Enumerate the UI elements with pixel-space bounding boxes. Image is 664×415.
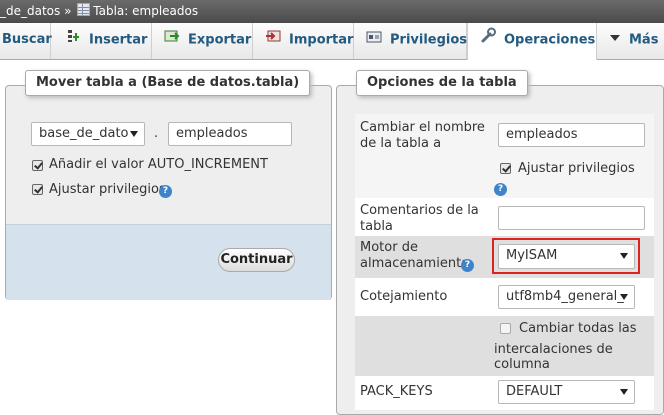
insert-icon <box>67 23 81 57</box>
move-privileges-checkbox[interactable] <box>32 184 43 195</box>
dot-separator: . <box>154 126 159 141</box>
breadcrumb-table[interactable]: Tabla: empleados <box>93 4 198 18</box>
move-privileges-label: Ajustar privilegios <box>49 182 166 197</box>
tab-more-label: Más <box>629 32 659 48</box>
change-all-collations-checkbox[interactable] <box>500 323 511 334</box>
wrench-icon <box>480 23 496 57</box>
chevron-down-icon <box>609 23 621 57</box>
collation-label: Cotejamiento <box>360 289 448 304</box>
pack-keys-select[interactable]: DEFAULT <box>498 380 635 404</box>
tab-privileges[interactable]: Privilegios <box>354 23 467 59</box>
tab-search-label: Buscar <box>2 32 52 47</box>
tab-operations[interactable]: Operaciones <box>467 23 597 60</box>
tab-more[interactable]: Más <box>597 23 664 59</box>
rename-input[interactable]: empleados <box>498 123 645 147</box>
auto-increment-checkbox[interactable] <box>32 160 43 171</box>
comments-label: Comentarios de la tabla <box>360 203 479 234</box>
continue-button[interactable]: Continuar <box>218 248 295 272</box>
breadcrumb-db[interactable]: _de_datos <box>0 4 60 18</box>
tab-privileges-label: Privilegios <box>390 32 468 48</box>
database-select-value: base_de_dato <box>39 126 129 141</box>
database-select[interactable]: base_de_dato <box>31 122 145 146</box>
change-all-label-line1: Cambiar todas las <box>519 321 637 336</box>
change-all-label-line2: intercalaciones de columna <box>494 342 613 372</box>
comments-input[interactable] <box>498 206 645 230</box>
pack-keys-label: PACK_KEYS <box>360 384 433 399</box>
collation-select-value: utf8mb4_general_ <box>506 289 624 304</box>
collation-select[interactable]: utf8mb4_general_ <box>498 285 635 309</box>
help-icon[interactable]: ? <box>461 259 474 272</box>
pack-keys-select-value: DEFAULT <box>506 384 563 399</box>
select-arrow-icon <box>620 253 628 259</box>
options-privileges-checkbox[interactable] <box>500 163 511 174</box>
move-table-name-input[interactable]: empleados <box>168 122 292 146</box>
tab-insert[interactable]: Insertar <box>51 23 152 59</box>
engine-select[interactable]: MyISAM <box>498 244 635 269</box>
tab-import-label: Importar <box>289 32 354 48</box>
privileges-icon <box>366 23 382 57</box>
breadcrumb-separator: » <box>64 4 72 18</box>
tab-import[interactable]: Importar <box>253 23 354 59</box>
table-icon <box>77 3 91 16</box>
select-arrow-icon <box>620 389 628 395</box>
auto-increment-label: Añadir el valor AUTO_INCREMENT <box>49 157 268 172</box>
tab-export-label: Exportar <box>188 32 252 48</box>
options-privileges-label: Ajustar privilegios <box>518 161 635 176</box>
tab-insert-label: Insertar <box>89 32 148 48</box>
move-table-legend: Mover tabla a (Base de datos.tabla) <box>25 70 311 96</box>
table-options-legend: Opciones de la tabla <box>356 70 528 96</box>
import-icon <box>265 23 281 57</box>
help-icon[interactable]: ? <box>494 183 507 196</box>
select-arrow-icon <box>130 131 138 137</box>
engine-select-value: MyISAM <box>506 248 558 263</box>
rename-label: Cambiar el nombre de la tabla a <box>360 120 485 151</box>
breadcrumb: _de_datos » Tabla: empleados <box>0 0 664 23</box>
help-icon[interactable]: ? <box>159 185 172 198</box>
export-icon <box>164 23 180 57</box>
select-arrow-icon <box>620 294 628 300</box>
tab-bar: Buscar Insertar Exportar Importar Privil… <box>0 23 664 60</box>
tab-search[interactable]: Buscar <box>0 23 52 59</box>
tab-operations-label: Operaciones <box>504 32 596 48</box>
tab-export[interactable]: Exportar <box>152 23 253 59</box>
